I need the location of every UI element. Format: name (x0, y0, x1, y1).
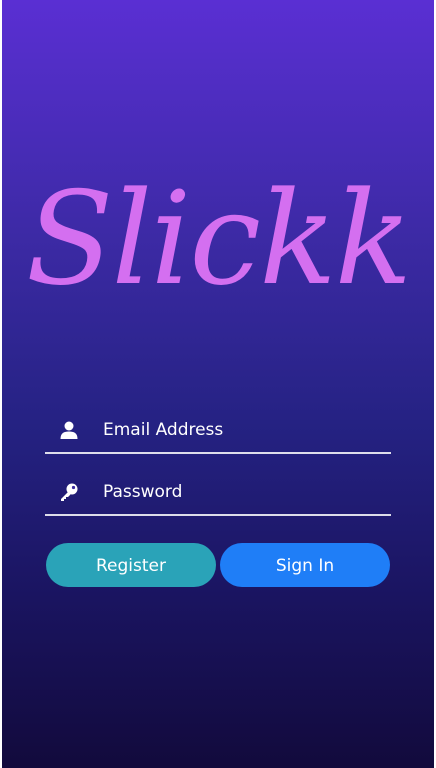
user-icon (59, 420, 79, 440)
register-button[interactable]: Register (46, 543, 216, 587)
key-icon (59, 482, 79, 502)
password-input[interactable] (103, 470, 389, 514)
login-screen: Slickk Register Sign In (2, 0, 434, 768)
email-input[interactable] (103, 408, 389, 452)
email-field-row (45, 408, 391, 454)
password-field-row (45, 470, 391, 516)
sign-in-button[interactable]: Sign In (220, 543, 390, 587)
app-logo: Slickk (25, 165, 412, 314)
